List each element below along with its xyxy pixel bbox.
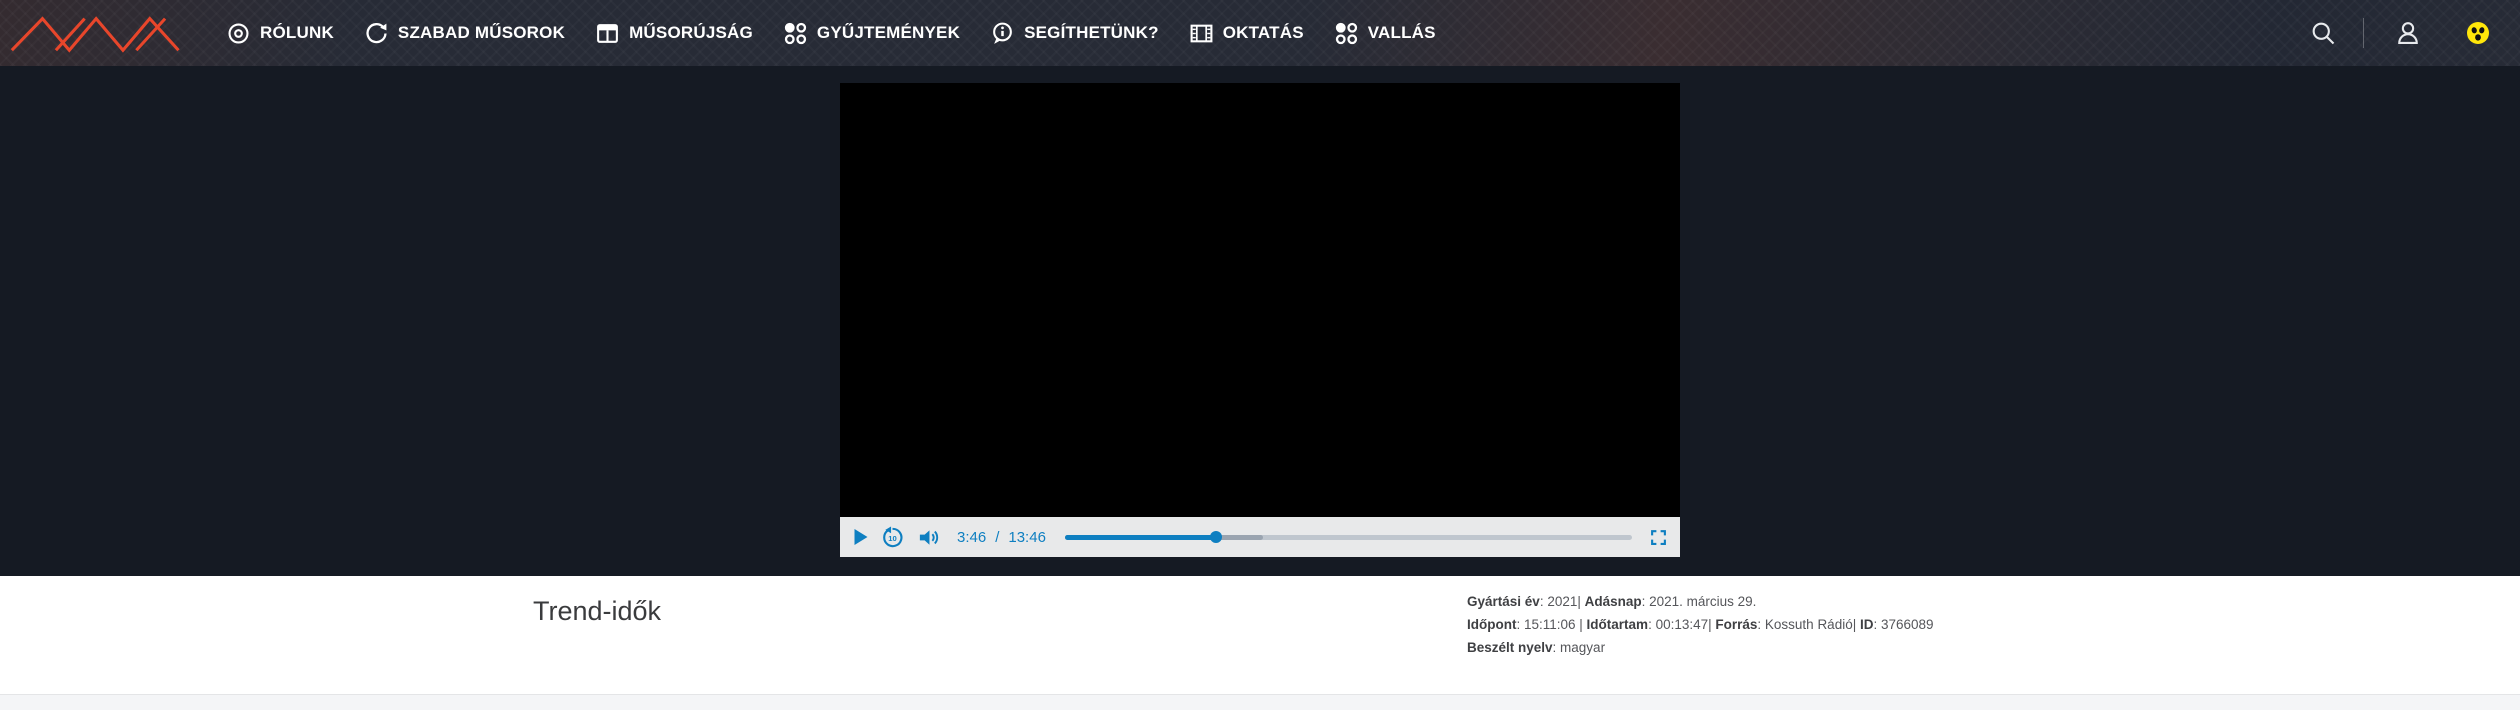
nav-item-label: MŰSORÚJSÁG — [629, 23, 753, 43]
nav-item-rólunk[interactable]: RÓLUNK — [226, 21, 334, 46]
footer-strip — [0, 694, 2520, 710]
nava-logo-icon[interactable] — [8, 10, 190, 56]
header-divider — [2363, 18, 2364, 48]
main-menu: RÓLUNK SZABAD MŰSOROK MŰSORÚJSÁG GYŰJTEMÉNY… — [226, 21, 1436, 46]
page-title: Trend-idők — [533, 596, 661, 627]
nav-item-label: RÓLUNK — [260, 23, 334, 43]
nav-item-szabad-műsorok[interactable]: SZABAD MŰSOROK — [364, 21, 565, 46]
rewind-10-icon[interactable]: 10 — [881, 526, 904, 549]
nav-item-label: VALLÁS — [1368, 23, 1436, 43]
fullscreen-icon[interactable] — [1650, 529, 1667, 546]
nav-item-segíthetünk[interactable]: SEGÍTHETÜNK? — [990, 21, 1159, 46]
progress-bar[interactable] — [1065, 535, 1632, 540]
video-surface[interactable] — [840, 83, 1680, 517]
help-bubble-icon — [990, 21, 1015, 46]
collection-icon — [783, 21, 808, 46]
nav-item-label: SZABAD MŰSOROK — [398, 23, 565, 43]
accessibility-icon[interactable] — [2466, 21, 2490, 45]
played-segment — [1065, 535, 1216, 540]
collection-icon — [1334, 21, 1359, 46]
detail-line: Időpont: 15:11:06 | Időtartam: 00:13:47|… — [1467, 613, 1934, 636]
nav-item-gyűjtemények[interactable]: GYŰJTEMÉNYEK — [783, 21, 960, 46]
time-separator: / — [995, 529, 999, 546]
detail-line: Beszélt nyelv: magyar — [1467, 636, 1934, 659]
detail-line: Gyártási év: 2021| Adásnap: 2021. márciu… — [1467, 590, 1934, 613]
play-button[interactable] — [853, 529, 868, 545]
nav-item-vallás[interactable]: VALLÁS — [1334, 21, 1436, 46]
target-icon — [226, 21, 251, 46]
time-display: 3:46 / 13:46 — [957, 529, 1046, 546]
nav-item-label: GYŰJTEMÉNYEK — [817, 23, 960, 43]
duration: 13:46 — [1008, 529, 1046, 546]
player-control-bar: 10 3:46 / 13:46 — [840, 517, 1680, 557]
nav-item-label: OKTATÁS — [1223, 23, 1304, 43]
program-info-section: Trend-idők Gyártási év: 2021| Adásnap: 2… — [0, 576, 2520, 694]
user-icon[interactable] — [2394, 19, 2422, 47]
header-actions — [2309, 18, 2490, 48]
progress-knob[interactable] — [1210, 531, 1222, 543]
video-player: 10 3:46 / 13:46 — [840, 83, 1680, 557]
program-guide-icon — [595, 21, 620, 46]
player-stage: 10 3:46 / 13:46 — [0, 66, 2520, 576]
nav-item-oktatás[interactable]: OKTATÁS — [1189, 21, 1304, 46]
top-navigation-bar: RÓLUNK SZABAD MŰSOROK MŰSORÚJSÁG GYŰJTEMÉNY… — [0, 0, 2520, 66]
program-metadata: Gyártási év: 2021| Adásnap: 2021. márciu… — [1467, 590, 1934, 659]
film-strip-icon — [1189, 21, 1214, 46]
refresh-icon — [364, 21, 389, 46]
volume-icon[interactable] — [917, 526, 940, 549]
nav-item-műsorújság[interactable]: MŰSORÚJSÁG — [595, 21, 753, 46]
nav-item-label: SEGÍTHETÜNK? — [1024, 23, 1159, 43]
search-icon[interactable] — [2309, 19, 2337, 47]
svg-text:10: 10 — [888, 533, 897, 542]
current-time: 3:46 — [957, 529, 986, 546]
